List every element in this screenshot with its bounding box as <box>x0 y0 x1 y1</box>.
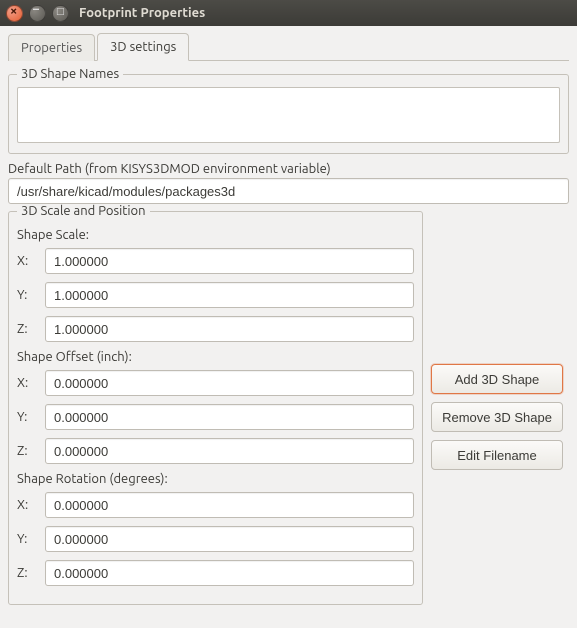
offset-y-input[interactable] <box>45 404 414 430</box>
dialog-content: Properties 3D settings 3D Shape Names De… <box>0 26 577 619</box>
shape-scale-label: Shape Scale: <box>17 228 414 242</box>
rotation-x-label: X: <box>17 498 35 512</box>
shape-names-group: 3D Shape Names <box>8 67 569 154</box>
scale-x-input[interactable] <box>45 248 414 274</box>
close-icon[interactable] <box>6 5 23 22</box>
offset-x-input[interactable] <box>45 370 414 396</box>
rotation-z-input[interactable] <box>45 560 414 586</box>
offset-y-label: Y: <box>17 410 35 424</box>
maximize-icon[interactable] <box>52 5 69 22</box>
scale-position-group: 3D Scale and Position Shape Scale: X: Y:… <box>8 204 423 605</box>
scale-x-label: X: <box>17 254 35 268</box>
tab-bar: Properties 3D settings <box>8 32 569 61</box>
rotation-y-input[interactable] <box>45 526 414 552</box>
edit-filename-button[interactable]: Edit Filename <box>431 440 563 470</box>
rotation-y-label: Y: <box>17 532 35 546</box>
window-title: Footprint Properties <box>79 6 205 20</box>
add-3d-shape-button[interactable]: Add 3D Shape <box>431 364 563 394</box>
rotation-x-input[interactable] <box>45 492 414 518</box>
shape-names-legend: 3D Shape Names <box>17 67 123 81</box>
side-buttons: Add 3D Shape Remove 3D Shape Edit Filena… <box>431 364 563 470</box>
scale-z-label: Z: <box>17 322 35 336</box>
shape-rotation-label: Shape Rotation (degrees): <box>17 472 414 486</box>
scale-y-label: Y: <box>17 288 35 302</box>
scale-z-input[interactable] <box>45 316 414 342</box>
scale-y-input[interactable] <box>45 282 414 308</box>
scale-position-legend: 3D Scale and Position <box>17 204 150 218</box>
shape-names-list[interactable] <box>17 87 560 143</box>
offset-z-input[interactable] <box>45 438 414 464</box>
tab-3d-settings[interactable]: 3D settings <box>97 33 189 61</box>
default-path-label: Default Path (from KISYS3DMOD environmen… <box>8 162 569 176</box>
offset-x-label: X: <box>17 376 35 390</box>
title-bar: Footprint Properties <box>0 0 577 26</box>
remove-3d-shape-button[interactable]: Remove 3D Shape <box>431 402 563 432</box>
offset-z-label: Z: <box>17 444 35 458</box>
shape-offset-label: Shape Offset (inch): <box>17 350 414 364</box>
tab-properties[interactable]: Properties <box>8 34 95 61</box>
minimize-icon[interactable] <box>29 5 46 22</box>
default-path-input[interactable] <box>8 178 569 204</box>
rotation-z-label: Z: <box>17 566 35 580</box>
